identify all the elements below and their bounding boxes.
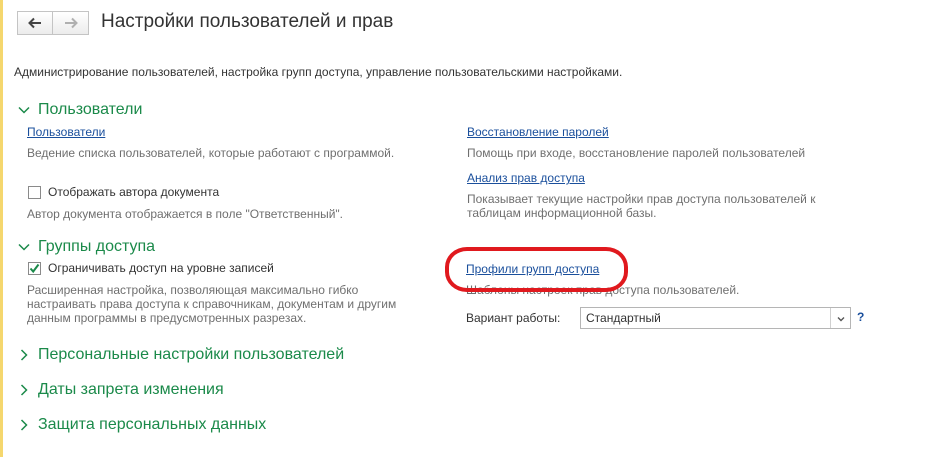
- section-privacy-title: Защита персональных данных: [38, 416, 267, 433]
- chevron-down-icon: [17, 103, 31, 117]
- work-mode-label: Вариант работы:: [466, 311, 561, 325]
- section-personal-header[interactable]: Персональные настройки пользователей: [17, 346, 344, 364]
- rights-analysis-description: Показывает текущие настройки прав доступ…: [467, 192, 816, 220]
- section-dates-title: Даты запрета изменения: [38, 381, 224, 398]
- show-author-label: Отображать автора документа: [48, 185, 220, 199]
- back-button[interactable]: [17, 11, 53, 35]
- users-description: Ведение списка пользователей, которые ра…: [27, 146, 395, 160]
- page-title: Настройки пользователей и прав: [101, 11, 394, 32]
- chevron-down-icon: [17, 240, 31, 254]
- forward-button[interactable]: [53, 11, 89, 35]
- password-recovery-link[interactable]: Восстановление паролей: [467, 125, 609, 139]
- password-recovery-description: Помощь при входе, восстановление паролей…: [467, 146, 806, 160]
- chevron-right-icon: [17, 418, 31, 432]
- highlight-annotation: [445, 247, 628, 292]
- section-privacy-header[interactable]: Защита персональных данных: [17, 416, 266, 434]
- window-left-accent: [0, 0, 3, 457]
- section-users-title: Пользователи: [38, 101, 143, 118]
- restrict-records-checkbox[interactable]: [28, 261, 41, 275]
- chevron-down-icon: [837, 309, 845, 327]
- restrict-records-label: Ограничивать доступ на уровне записей: [48, 261, 274, 275]
- section-groups-header[interactable]: Группы доступа: [17, 238, 155, 256]
- chevron-right-icon: [17, 348, 31, 362]
- help-icon[interactable]: ?: [857, 310, 864, 324]
- dropdown-button[interactable]: [830, 308, 850, 328]
- arrow-right-icon: [64, 17, 78, 29]
- section-users-header[interactable]: Пользователи: [17, 101, 142, 119]
- show-author-row[interactable]: Отображать автора документа: [28, 185, 219, 199]
- section-groups-title: Группы доступа: [38, 238, 156, 255]
- page-subtitle: Администрирование пользователей, настрой…: [14, 65, 623, 79]
- show-author-checkbox[interactable]: [28, 185, 41, 199]
- restrict-records-row[interactable]: Ограничивать доступ на уровне записей: [28, 261, 274, 275]
- work-mode-value: Стандартный: [586, 311, 661, 325]
- section-dates-header[interactable]: Даты запрета изменения: [17, 381, 224, 399]
- navigation-buttons: [17, 11, 89, 35]
- work-mode-select[interactable]: Стандартный: [580, 307, 851, 329]
- show-author-description: Автор документа отображается в поле "Отв…: [27, 207, 344, 221]
- users-link[interactable]: Пользователи: [27, 125, 105, 139]
- chevron-right-icon: [17, 383, 31, 397]
- rights-analysis-link[interactable]: Анализ прав доступа: [467, 171, 585, 185]
- arrow-left-icon: [28, 17, 42, 29]
- checkmark-icon: [29, 263, 40, 274]
- restrict-records-description: Расширенная настройка, позволяющая макси…: [27, 283, 397, 325]
- section-personal-title: Персональные настройки пользователей: [38, 346, 345, 363]
